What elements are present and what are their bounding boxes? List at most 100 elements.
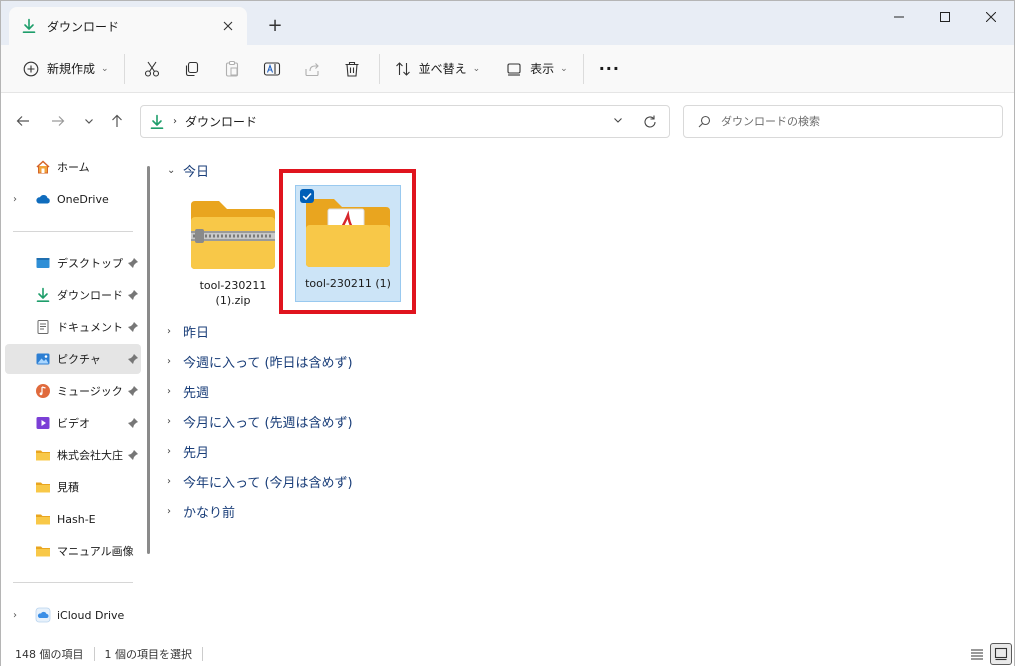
chevron-right-icon[interactable]: › bbox=[13, 610, 17, 621]
copy-icon bbox=[185, 61, 198, 76]
maximize-icon bbox=[940, 12, 950, 22]
paste-button[interactable] bbox=[215, 52, 249, 86]
tab-downloads[interactable]: ダウンロード bbox=[9, 7, 247, 45]
recent-locations-button[interactable] bbox=[77, 109, 101, 133]
search-input[interactable] bbox=[721, 115, 991, 128]
rename-button[interactable] bbox=[255, 52, 289, 86]
chevron-down-icon: ⌄ bbox=[560, 63, 568, 74]
sidebar-item-label: マニュアル画像 bbox=[57, 545, 134, 558]
refresh-icon[interactable] bbox=[641, 113, 659, 131]
download-icon bbox=[150, 114, 164, 129]
large-icons-view-button[interactable] bbox=[990, 643, 1012, 665]
sidebar-item-home[interactable]: ホーム bbox=[5, 152, 141, 182]
chevron-right-icon[interactable]: › bbox=[13, 194, 17, 205]
chevron-down-icon bbox=[614, 118, 622, 123]
sidebar-item-label: ピクチャ bbox=[57, 353, 101, 366]
navigation-row: › ダウンロード bbox=[1, 93, 1014, 151]
details-view-button[interactable] bbox=[966, 643, 988, 665]
sidebar-item-label: Hash-E bbox=[57, 512, 96, 526]
tab-close-button[interactable] bbox=[217, 15, 239, 37]
sidebar-item-label: 見積 bbox=[57, 481, 79, 494]
group-header-this-week[interactable]: › 今週に入って (昨日は含めず) bbox=[167, 349, 353, 373]
sidebar-item-estimate-folder[interactable]: 見積 bbox=[5, 472, 141, 502]
pin-icon bbox=[128, 418, 138, 428]
pin-icon bbox=[128, 322, 138, 332]
up-button[interactable] bbox=[105, 109, 129, 133]
close-window-button[interactable] bbox=[968, 1, 1014, 33]
folder-icon bbox=[36, 482, 50, 493]
group-header-yesterday[interactable]: › 昨日 bbox=[167, 319, 209, 343]
trash-icon bbox=[345, 61, 359, 77]
view-icon bbox=[507, 62, 521, 76]
cut-button[interactable] bbox=[135, 52, 169, 86]
group-header-this-month[interactable]: › 今月に入って (先週は含めず) bbox=[167, 409, 353, 433]
arrow-up-icon bbox=[112, 114, 122, 127]
forward-button[interactable] bbox=[46, 109, 70, 133]
minimize-button[interactable] bbox=[876, 1, 922, 33]
paste-icon bbox=[225, 60, 238, 77]
group-label: 先月 bbox=[183, 445, 210, 461]
more-options-button[interactable]: ··· bbox=[591, 52, 628, 86]
sidebar-item-documents[interactable]: ドキュメント bbox=[5, 312, 141, 342]
sidebar-item-videos[interactable]: ビデオ bbox=[5, 408, 141, 438]
chevron-right-icon: › bbox=[167, 385, 171, 397]
group-label: 今日 bbox=[183, 164, 210, 180]
toolbar-divider bbox=[123, 53, 125, 84]
chevron-right-icon: › bbox=[167, 505, 171, 517]
group-header-last-month[interactable]: › 先月 bbox=[167, 439, 209, 463]
zip-folder-icon bbox=[191, 201, 275, 269]
sidebar-item-downloads[interactable]: ダウンロード bbox=[5, 280, 141, 310]
address-bar[interactable]: › ダウンロード bbox=[140, 105, 670, 138]
pin-icon bbox=[128, 290, 138, 300]
minimize-icon bbox=[894, 16, 904, 18]
new-tab-button[interactable]: + bbox=[263, 13, 287, 37]
group-header-today[interactable]: ⌄ 今日 bbox=[167, 158, 209, 182]
share-button[interactable] bbox=[295, 52, 329, 86]
toolbar-divider bbox=[378, 53, 380, 84]
sidebar-scrollbar[interactable] bbox=[147, 166, 150, 554]
download-icon bbox=[36, 287, 50, 302]
pin-icon bbox=[128, 450, 138, 460]
home-icon bbox=[36, 160, 50, 174]
sidebar-divider bbox=[13, 231, 133, 232]
sidebar-item-pictures[interactable]: ピクチャ bbox=[5, 344, 141, 374]
sidebar-item-music[interactable]: ミュージック bbox=[5, 376, 141, 406]
plus-circle-icon bbox=[23, 61, 39, 76]
sidebar-item-onedrive[interactable]: › OneDrive bbox=[5, 184, 141, 214]
maximize-button[interactable] bbox=[922, 1, 968, 33]
address-dropdown-button[interactable] bbox=[613, 115, 623, 128]
video-icon bbox=[36, 417, 50, 429]
sidebar-item-label: iCloud Drive bbox=[57, 608, 125, 622]
command-bar: 新規作成 ⌄ 並べ替え ⌄ 表示 ⌄ ··· bbox=[1, 45, 1014, 93]
group-header-this-year[interactable]: › 今年に入って (今月は含めず) bbox=[167, 469, 353, 493]
file-item-zip[interactable]: tool-230211 (1).zip bbox=[181, 191, 285, 317]
sort-icon bbox=[395, 61, 410, 76]
group-header-long-ago[interactable]: › かなり前 bbox=[167, 499, 235, 523]
chevron-right-icon: › bbox=[167, 445, 171, 457]
search-box[interactable] bbox=[683, 105, 1003, 138]
annotation-highlight-box bbox=[279, 169, 416, 314]
copy-button[interactable] bbox=[175, 52, 209, 86]
sidebar-item-desktop[interactable]: デスクトップ bbox=[5, 248, 141, 278]
sidebar-item-label: ビデオ bbox=[57, 417, 90, 430]
breadcrumb-downloads[interactable]: ダウンロード bbox=[185, 113, 257, 130]
sidebar-item-manual-images-folder[interactable]: マニュアル画像 bbox=[5, 536, 141, 566]
sort-button[interactable]: 並べ替え ⌄ bbox=[387, 52, 489, 86]
arrow-left-icon bbox=[16, 116, 29, 126]
group-label: 今年に入って (今月は含めず) bbox=[183, 475, 353, 491]
sidebar-item-hash-e-folder[interactable]: Hash-E bbox=[5, 504, 141, 534]
back-button[interactable] bbox=[11, 109, 35, 133]
toolbar-divider bbox=[582, 53, 584, 84]
delete-button[interactable] bbox=[335, 52, 369, 86]
chevron-right-icon: › bbox=[167, 355, 171, 367]
group-header-last-week[interactable]: › 先週 bbox=[167, 379, 209, 403]
folder-icon bbox=[36, 450, 50, 461]
file-explorer-window: ダウンロード + 新規作成 ⌄ 並べ替え ⌄ 表示 ⌄ ··· › ダウンロード… bbox=[0, 0, 1015, 666]
new-button[interactable]: 新規作成 ⌄ bbox=[15, 52, 117, 86]
sidebar-item-label: ホーム bbox=[57, 161, 90, 174]
sidebar-item-icloud-drive[interactable]: › iCloud Drive bbox=[5, 600, 141, 630]
status-divider bbox=[202, 646, 203, 661]
view-button[interactable]: 表示 ⌄ bbox=[498, 52, 576, 86]
new-button-label: 新規作成 bbox=[47, 62, 96, 76]
sidebar-item-company-folder[interactable]: 株式会社大庄 bbox=[5, 440, 141, 470]
